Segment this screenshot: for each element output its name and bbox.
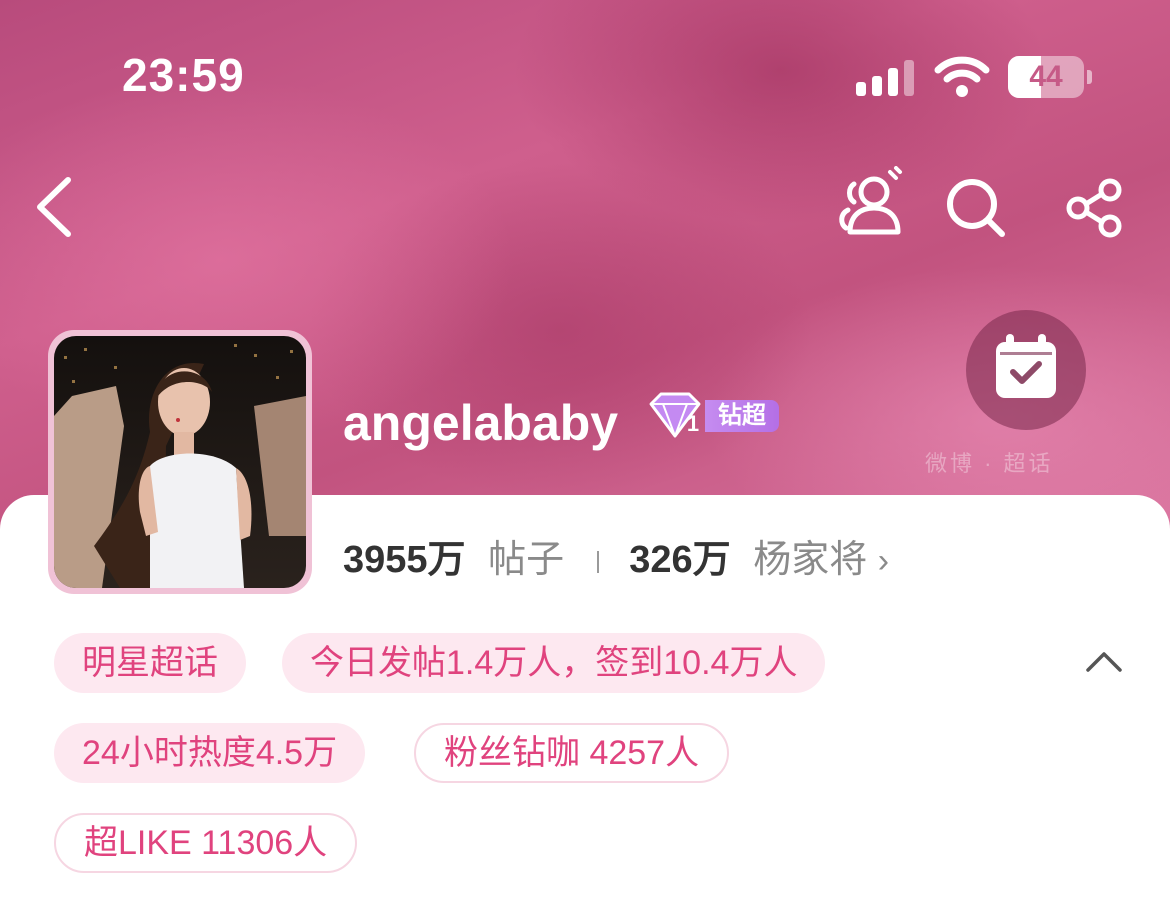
calendar-check-icon: [996, 334, 1056, 398]
tag-today-activity[interactable]: 今日发帖1.4万人，签到10.4万人: [282, 633, 826, 693]
cellular-signal-icon: [856, 60, 914, 96]
fans-count: 326万: [629, 539, 731, 581]
super-fans-icon[interactable]: [834, 166, 906, 238]
tag-diamond-fans[interactable]: 粉丝钻咖 4257人: [414, 723, 730, 783]
share-icon[interactable]: [1064, 178, 1126, 238]
tag-category[interactable]: 明星超话: [54, 633, 246, 693]
search-icon[interactable]: [944, 176, 1008, 240]
badge-label: 钻超: [705, 400, 779, 432]
chevron-up-icon[interactable]: [1084, 646, 1124, 676]
back-chevron-icon[interactable]: [32, 176, 76, 238]
battery-icon: 44: [1008, 56, 1084, 98]
diamond-badge[interactable]: 1 钻超: [645, 392, 780, 440]
battery-level: 44: [1029, 60, 1063, 93]
stats-divider: [596, 550, 599, 573]
battery-tip: [1087, 70, 1092, 84]
stats-row[interactable]: 3955万 帖子 326万 杨家将 ›: [343, 536, 889, 584]
posts-label: 帖子: [488, 539, 565, 581]
status-time: 23:59: [122, 49, 245, 101]
avatar[interactable]: [48, 330, 312, 594]
tag-superlike[interactable]: 超LIKE 11306人: [54, 813, 358, 873]
username: angelababy: [343, 395, 619, 451]
avatar-photo: [54, 336, 306, 588]
fans-label: 杨家将: [753, 539, 868, 581]
chevron-right-icon: ›: [877, 542, 890, 580]
wifi-icon: [934, 54, 990, 98]
posts-count: 3955万: [343, 539, 466, 581]
watermark: 微博 · 超话: [925, 451, 1054, 476]
tag-heat[interactable]: 24小时热度4.5万: [54, 723, 366, 783]
checkin-button[interactable]: [966, 310, 1086, 430]
badge-level: 1: [686, 411, 700, 436]
